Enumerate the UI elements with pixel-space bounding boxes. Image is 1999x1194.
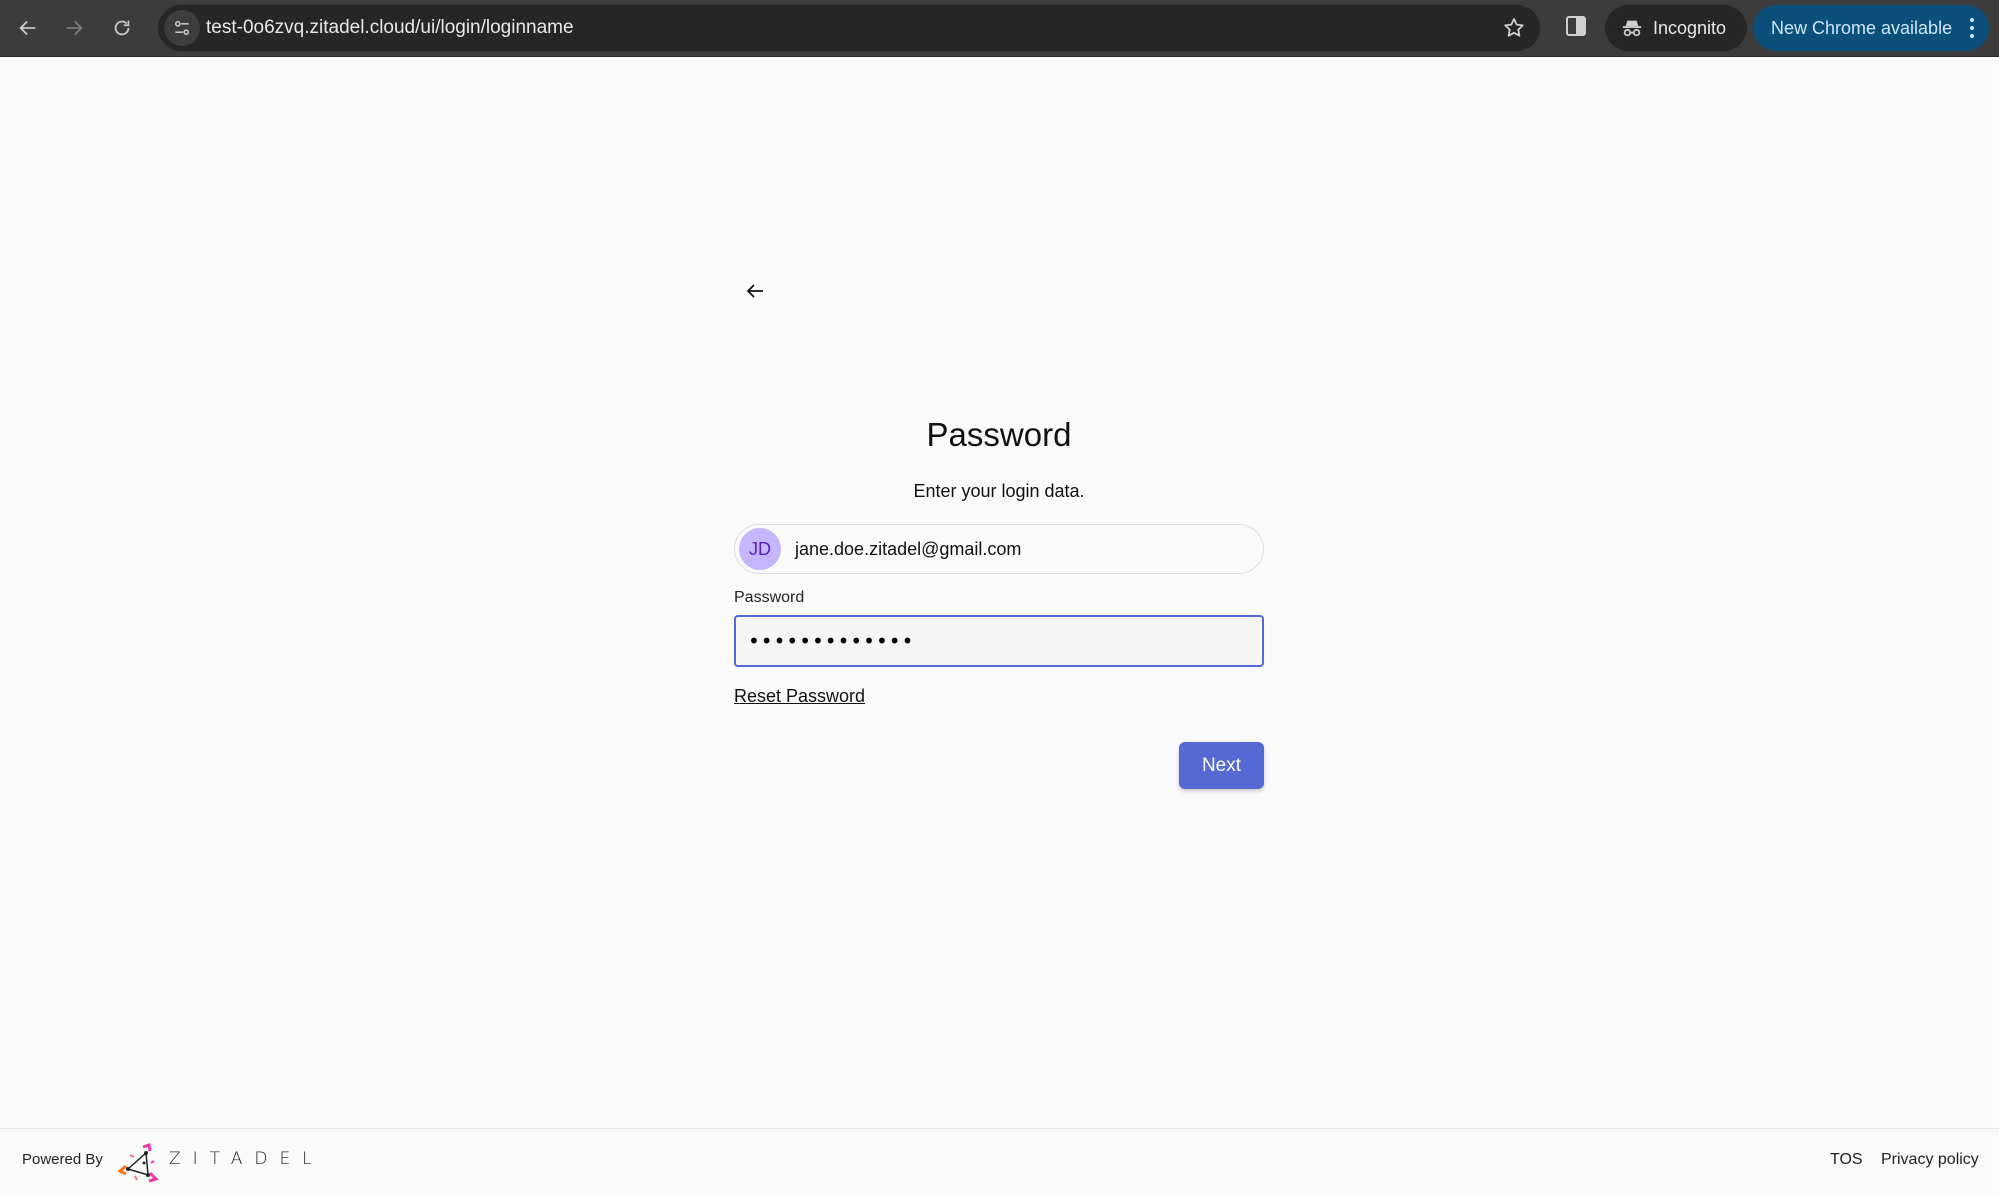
tune-icon [175, 21, 189, 36]
star-icon[interactable] [1502, 16, 1526, 40]
arrow-left-icon [746, 284, 763, 298]
zitadel-logo-icon [117, 1143, 159, 1183]
browser-toolbar: test-0o6zvq.zitadel.cloud/ui/login/login… [0, 0, 1999, 57]
page-title: Password [926, 416, 1072, 453]
user-email: jane.doe.zitadel@gmail.com [795, 538, 1022, 559]
back-link[interactable] [740, 276, 770, 306]
reset-password-link[interactable]: Reset Password [734, 686, 865, 707]
password-label: Password [734, 589, 805, 606]
update-label: New Chrome available [1771, 17, 1953, 38]
kebab-menu-icon[interactable] [1969, 18, 1975, 38]
powered-by-label: Powered By [22, 1151, 103, 1168]
back-button[interactable] [10, 10, 46, 46]
avatar: JD [739, 528, 781, 570]
arrow-right-icon [66, 20, 83, 36]
privacy-policy-link[interactable]: Privacy policy [1881, 1151, 1979, 1169]
update-chrome-button[interactable]: New Chrome available [1753, 5, 1989, 51]
incognito-label: Incognito [1653, 17, 1727, 38]
zitadel-wordmark: ZITADEL [169, 1149, 324, 1169]
footer: Powered By ZITADEL TOS Privacy policy [0, 1128, 1999, 1194]
incognito-icon [1622, 20, 1642, 37]
side-panel-icon[interactable] [1565, 15, 1587, 37]
forward-button[interactable] [56, 10, 92, 46]
user-chip[interactable]: JD jane.doe.zitadel@gmail.com [734, 524, 1264, 574]
site-info-button[interactable] [164, 10, 200, 46]
url-text[interactable]: test-0o6zvq.zitadel.cloud/ui/login/login… [206, 5, 574, 51]
next-button[interactable]: Next [1179, 742, 1264, 789]
arrow-left-icon [19, 20, 36, 36]
reload-icon [114, 20, 130, 36]
page-subtitle: Enter your login data. [913, 481, 1085, 501]
reload-button[interactable] [104, 10, 140, 46]
incognito-indicator[interactable]: Incognito [1605, 5, 1747, 51]
password-input[interactable] [734, 615, 1264, 667]
address-bar[interactable]: test-0o6zvq.zitadel.cloud/ui/login/login… [158, 5, 1540, 51]
tos-link[interactable]: TOS [1830, 1151, 1863, 1169]
